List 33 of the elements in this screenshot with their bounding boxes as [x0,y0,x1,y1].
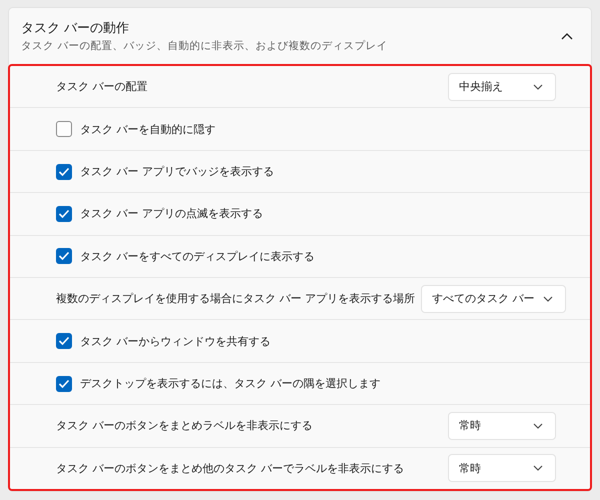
section-title: タスク バーの動作 [21,20,130,37]
dropdown[interactable]: 常時 [448,412,556,440]
setting-label: 複数のディスプレイを使用する場合にタスク バー アプリを表示する場所 [56,291,415,306]
checkbox[interactable] [56,206,72,222]
checkmark-icon [58,208,70,219]
dropdown[interactable]: 中央揃え [448,72,556,101]
section-header[interactable]: タスク バーの動作 タスク バーの配置、バッジ、自動的に非表示、および複数のディスプレイ [9,8,591,64]
setting-label: タスク バーをすべてのディスプレイに表示する [80,248,316,264]
checkbox[interactable] [56,376,72,392]
setting-label: タスク バー アプリでバッジを表示する [80,164,275,180]
setting-label: デスクトップを表示するには、タスク バーの隅を選択します [80,376,382,392]
dropdown[interactable]: すべてのタスク バー [421,284,566,313]
chevron-down-icon [533,422,543,429]
checkbox[interactable] [56,248,72,264]
setting-label: タスク バーのボタンをまとめ他のタスク バーでラベルを非表示にする [56,460,405,476]
checkmark-icon [58,336,70,346]
chevron-down-icon [533,465,543,472]
section-subtitle: タスク バーの配置、バッジ、自動的に非表示、および複数のディスプレイ [21,39,388,53]
checkbox[interactable] [56,164,72,180]
setting-label: タスク バーを自動的に隠す [80,122,216,137]
setting-label: タスク バーの配置 [56,79,148,94]
collapse-chevron-icon[interactable] [561,32,573,40]
checkmark-icon [58,166,70,177]
chevron-down-icon [542,296,552,302]
chevron-down-icon [533,84,543,90]
setting-label: タスク バー アプリの点滅を表示する [80,206,264,222]
checkmark-icon [58,378,70,389]
checkbox[interactable] [56,333,72,350]
setting-label: タスク バーからウィンドウを共有する [80,334,272,349]
setting-label: タスク バーのボタンをまとめラベルを非表示にする [56,418,314,434]
checkmark-icon [58,251,70,262]
dropdown[interactable]: 常時 [448,454,556,482]
checkbox[interactable] [56,121,72,138]
